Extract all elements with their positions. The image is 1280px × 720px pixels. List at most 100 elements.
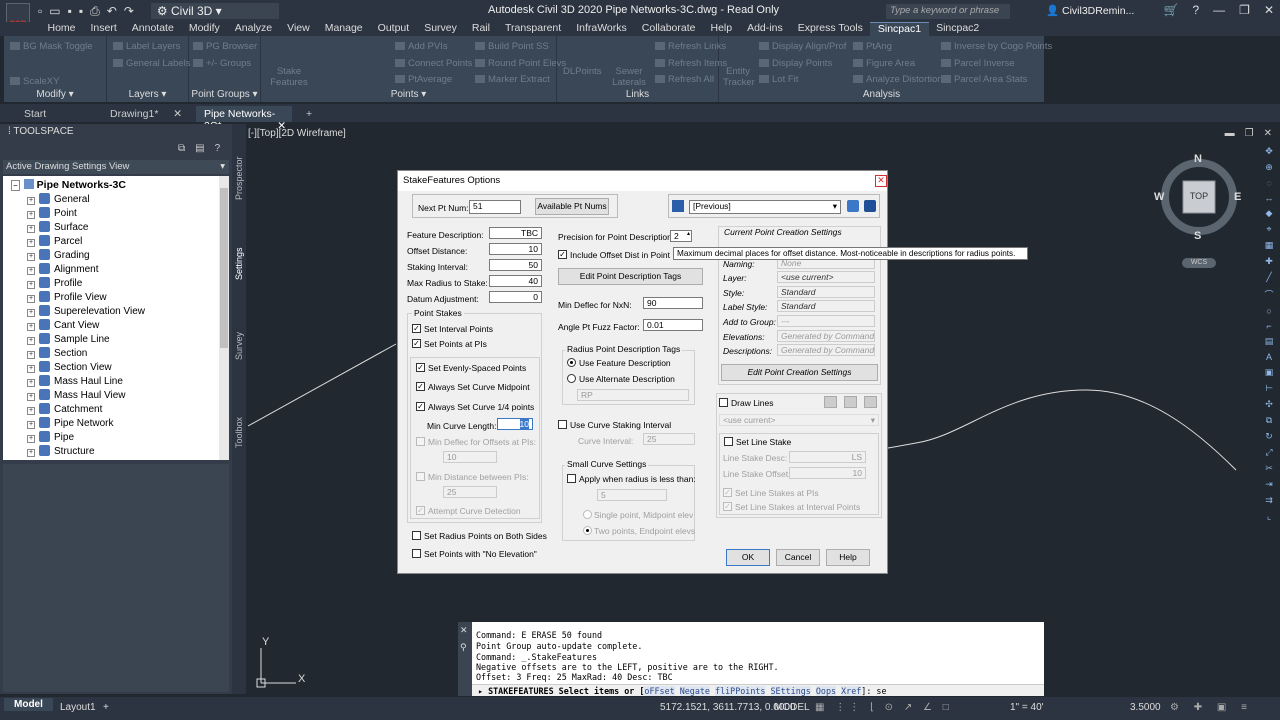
spinner-arrows-icon[interactable]: ▴▾ [687,231,690,241]
small-radius-input[interactable]: 5 [597,489,667,501]
tree-item-general[interactable]: + General [27,193,90,205]
save-icon[interactable]: ▪ [68,4,72,18]
doc-tab-drawing1[interactable]: Drawing1* ✕ [102,106,188,122]
display-align-prof-button[interactable]: Display Align/Prof [759,41,846,52]
refresh-all-button[interactable]: Refresh All [655,74,714,85]
draw-lines-layer-dropdown[interactable]: <use current> ▾ [719,414,879,426]
add-pvis-button[interactable]: Add PVIs [395,41,448,52]
load-style-icon[interactable] [847,200,859,212]
min-distance-pis-input[interactable]: 25 [443,486,497,498]
vtab-survey[interactable]: Survey [234,332,244,360]
add-layout-icon[interactable]: + [103,702,109,713]
draw-lines-checkbox[interactable] [719,398,728,407]
tab-manage[interactable]: Manage [317,22,370,36]
grid-icon[interactable]: ▦ [1265,240,1274,251]
scale-icon[interactable]: ⤢ [1265,447,1272,458]
elevation-value[interactable]: 3.5000 [1130,702,1161,713]
alternate-description-input[interactable]: RP [577,389,689,401]
command-prompt[interactable]: ▸ STAKEFEATURES Select items or [oFFset … [478,686,887,696]
display-points-button[interactable]: Display Points [759,58,832,69]
tab-infraworks[interactable]: InfraWorks [569,22,635,36]
offset-distance-input[interactable]: 10 [489,243,542,255]
manage-styles-icon[interactable] [864,200,876,212]
tree-item-mass-haul-line[interactable]: + Mass Haul Line [27,375,123,387]
close-icon[interactable]: ✕ [1264,3,1274,17]
stake-features-button[interactable]: Stake Features [269,66,309,88]
polyline-icon[interactable]: ⌐ [1266,321,1271,331]
tree-view-icon[interactable]: ⧉ [178,143,185,154]
new-layer-icon[interactable] [864,396,877,408]
option-offset[interactable]: oFFset [644,686,675,696]
tab-express-tools[interactable]: Express Tools [790,22,870,36]
cart-icon[interactable]: 🛒 [1164,3,1179,17]
save-style-icon[interactable] [672,200,684,212]
dlpoints-button[interactable]: DLPoints [563,66,602,77]
help-icon[interactable]: ? [1192,3,1199,17]
vtab-prospector[interactable]: Prospector [234,156,244,200]
tree-item-profile-view[interactable]: + Profile View [27,291,107,303]
panel-modify-title[interactable]: Modify ▾ [4,89,106,100]
tree-item-pipe-network[interactable]: + Pipe Network [27,417,113,429]
pick-layer-icon[interactable] [824,396,837,408]
tree-item-catchment[interactable]: + Catchment [27,403,102,415]
search-input[interactable]: Type a keyword or phrase [886,4,1010,19]
zoom-icon[interactable]: ⊕ [1265,162,1273,173]
tree-root[interactable]: − Pipe Networks-3C [11,179,126,191]
attempt-curve-detection-checkbox[interactable]: ✓ [416,506,425,515]
lot-fit-button[interactable]: Lot Fit [759,74,798,85]
refresh-links-button[interactable]: Refresh Links [655,41,726,52]
new-tab-icon[interactable]: + [298,106,320,122]
hatch-icon[interactable]: ▤ [1265,336,1274,347]
angle-fuzz-input[interactable]: 0.01 [643,319,703,331]
precision-spinner[interactable]: 2 ▴▾ [670,230,692,242]
tab-help[interactable]: Help [703,22,740,36]
tab-output[interactable]: Output [370,22,417,36]
print-icon[interactable]: ⎙ [90,4,100,19]
tree-item-section[interactable]: + Section [27,347,87,359]
help-icon[interactable]: ? [215,143,221,154]
minimize-icon[interactable]: ▬ [1225,128,1235,139]
layer-list-icon[interactable] [844,396,857,408]
pan-icon[interactable]: ✥ [1265,146,1273,157]
new-icon[interactable]: ▫ [38,4,42,18]
status-tray-icons[interactable]: ⚙ ✚ ▣ ≡ [1170,702,1253,713]
parcel-area-stats-button[interactable]: Parcel Area Stats [941,74,1027,85]
staking-interval-input[interactable]: 50 [489,259,542,271]
tab-transparent[interactable]: Transparent [497,22,568,36]
tree-item-sample-line[interactable]: + Sample Line [27,333,110,345]
next-pt-num-input[interactable]: 51 [469,200,521,214]
compass-south[interactable]: S [1194,230,1201,242]
customize-icon[interactable]: ⚲ [458,639,472,656]
set-interval-points-checkbox[interactable]: ✓ [412,324,421,333]
bg-mask-toggle-button[interactable]: BG Mask Toggle [10,41,93,52]
ptang-button[interactable]: PtAng [853,41,892,52]
label-layers-button[interactable]: Label Layers [113,41,180,52]
panel-point-groups-title[interactable]: Point Groups ▾ [189,89,260,100]
vtab-settings[interactable]: Settings [234,247,244,280]
tab-collaborate[interactable]: Collaborate [634,22,703,36]
copy-icon[interactable]: ⧉ [1266,415,1272,426]
tab-survey[interactable]: Survey [417,22,465,36]
min-deflec-offsets-checkbox[interactable] [416,437,425,446]
annotation-scale[interactable]: 1" = 40' [1010,702,1044,713]
entity-tracker-button[interactable]: Entity Tracker [723,66,755,88]
general-labels-button[interactable]: General Labels [113,58,190,69]
close-icon[interactable]: ✕ [458,622,472,639]
line-stake-offset-input[interactable]: 10 [789,467,866,479]
tab-sincpac2[interactable]: Sincpac2 [929,22,987,36]
curve-quarter-checkbox[interactable]: ✓ [416,402,425,411]
parcel-inverse-button[interactable]: Parcel Inverse [941,58,1015,69]
tab-add-ins[interactable]: Add-ins [740,22,791,36]
figure-area-button[interactable]: Figure Area [853,58,915,69]
curve-interval-input[interactable]: 25 [643,433,695,445]
panel-layers-title[interactable]: Layers ▾ [107,89,188,100]
tree-scrollbar[interactable] [219,176,229,460]
offset-icon[interactable]: ⇉ [1265,495,1273,506]
ok-button[interactable]: OK [726,549,770,566]
tree-item-profile[interactable]: + Profile [27,277,82,289]
round-point-elevs-button[interactable]: Round Point Elevs [475,58,566,69]
tree-item-pipe[interactable]: + Pipe [27,431,74,443]
tree-item-point[interactable]: + Point [27,207,77,219]
style-dropdown[interactable]: [Previous] ▾ [689,200,841,214]
inverse-cogo-button[interactable]: Inverse by Cogo Points [941,41,1052,52]
